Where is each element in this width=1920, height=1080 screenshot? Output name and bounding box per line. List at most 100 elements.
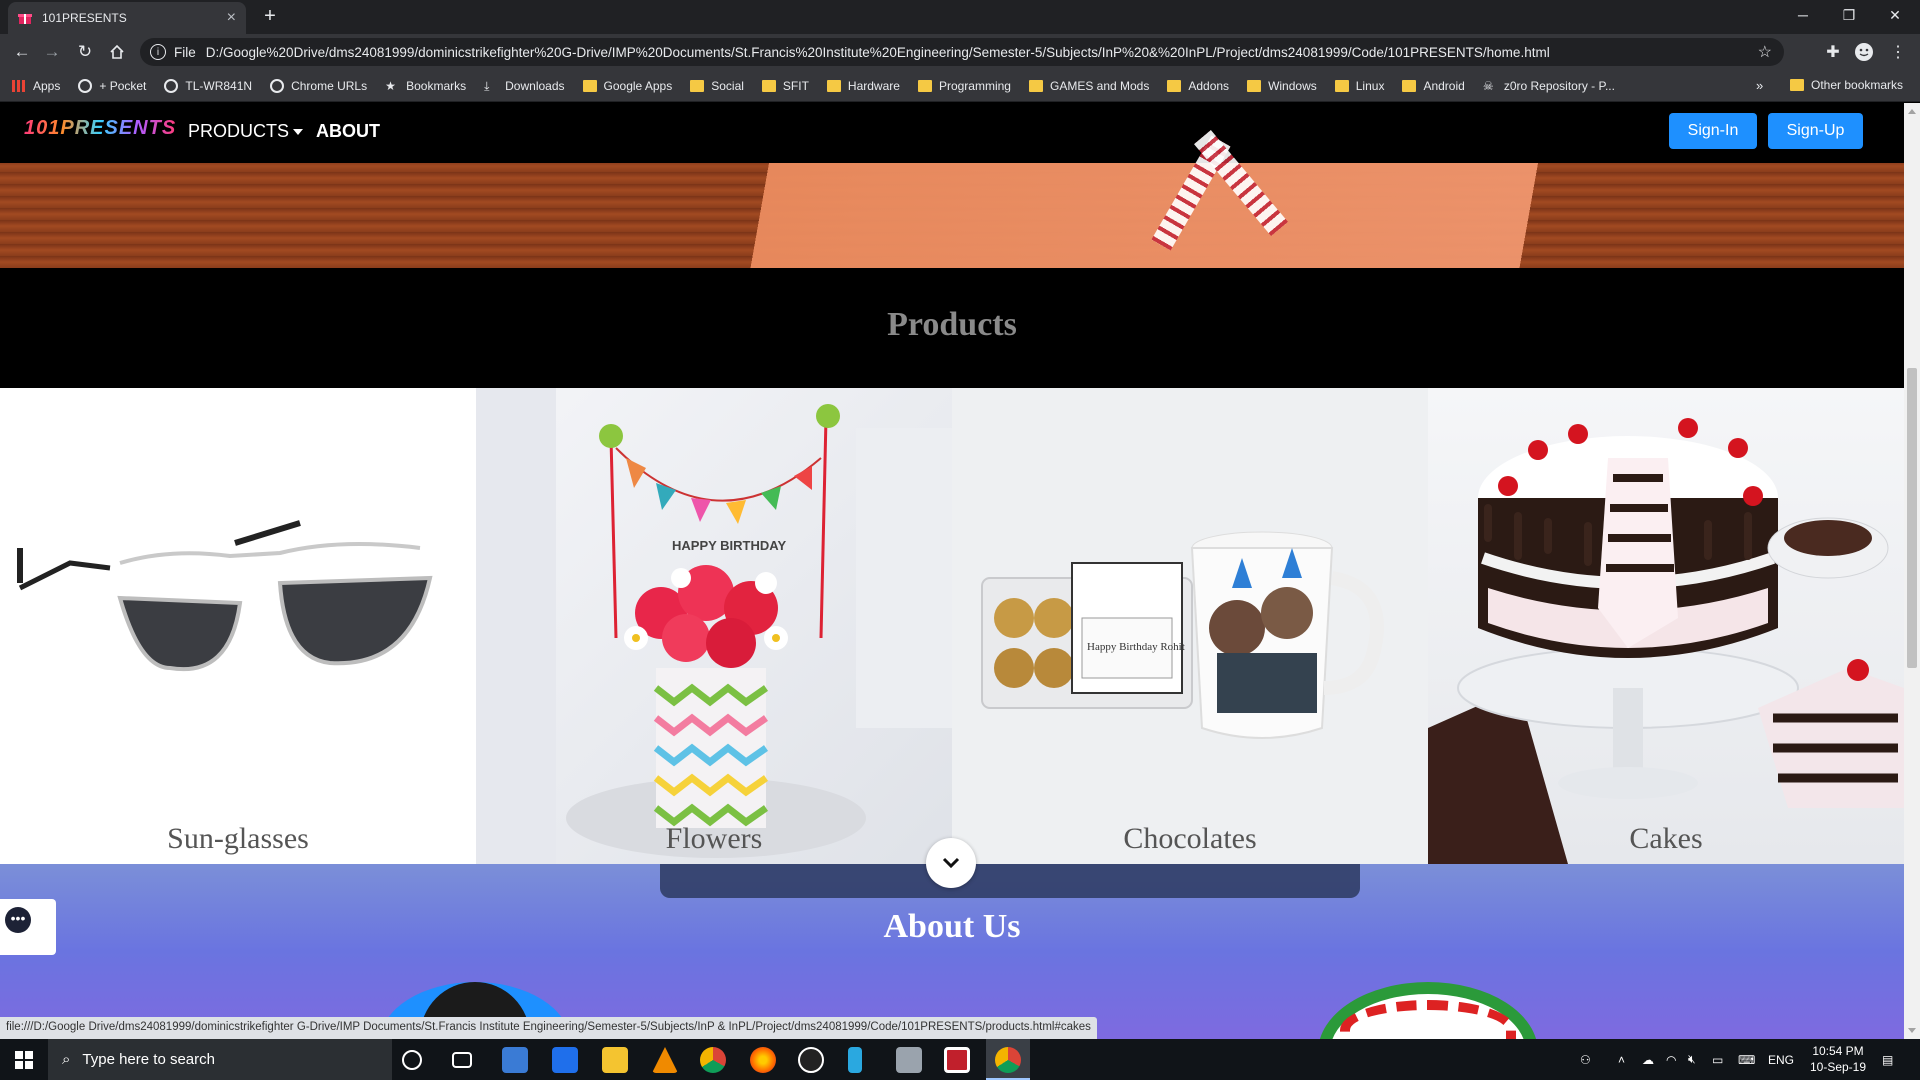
bookmark-item[interactable]: Linux — [1334, 78, 1385, 93]
address-bar[interactable]: i File D:/Google%20Drive/dms24081999/dom… — [140, 38, 1784, 66]
scrollbar-thumb[interactable] — [1907, 368, 1917, 668]
bookmark-item[interactable]: ⤓ Downloads — [484, 79, 564, 93]
products-title: Products — [887, 306, 1017, 343]
file-explorer-icon[interactable] — [602, 1047, 628, 1073]
bookmark-label: Downloads — [505, 78, 565, 93]
home-icon[interactable] — [105, 40, 129, 64]
tray-chevron-up-icon[interactable]: ˄ — [1618, 1039, 1625, 1080]
volume-muted-icon[interactable]: 🔇︎ — [1688, 1039, 1696, 1080]
bookmarks-overflow-button[interactable]: » — [1756, 78, 1763, 93]
chrome-icon[interactable] — [700, 1047, 726, 1073]
scroll-up-arrow-icon[interactable] — [1908, 109, 1916, 114]
page-scrollbar[interactable] — [1904, 103, 1920, 1039]
status-bar-url: file:///D:/Google Drive/dms24081999/domi… — [0, 1017, 1097, 1039]
extensions-icon[interactable]: ✚ — [1821, 40, 1845, 64]
nav-products[interactable]: PRODUCTS — [188, 121, 304, 142]
taskbar-search[interactable]: ⌕ Type here to search — [48, 1039, 392, 1080]
site-logo[interactable]: 101PRESENTS — [24, 117, 176, 140]
mug-note-text: Happy Birthday Rohit — [1087, 641, 1185, 653]
wifi-icon[interactable]: ◠ — [1666, 1039, 1676, 1080]
steam-icon[interactable] — [798, 1047, 824, 1073]
vlc-icon[interactable] — [652, 1047, 678, 1073]
chrome-active-icon — [995, 1047, 1021, 1073]
folder-icon — [1334, 79, 1349, 92]
product-grid: Sun-glasses HAPPY BIRTHDAY Flowers Happy… — [0, 388, 1904, 864]
app-icon-3[interactable] — [848, 1047, 862, 1073]
other-bookmarks[interactable]: Other bookmarks — [1790, 78, 1903, 92]
bookmark-item[interactable]: Android — [1402, 78, 1465, 93]
new-tab-button[interactable]: + — [258, 5, 282, 29]
back-icon[interactable]: ← — [10, 40, 34, 64]
laptop-backdrop — [660, 864, 1360, 898]
app-icon-4[interactable] — [896, 1047, 922, 1073]
bookmark-label: z0ro Repository - P... — [1503, 78, 1615, 93]
bookmark-item[interactable]: Programming — [917, 79, 1011, 93]
close-tab-icon[interactable]: × — [227, 9, 236, 27]
globe-icon — [78, 78, 93, 93]
about-title: About Us — [883, 908, 1021, 945]
windows-taskbar: ⌕ Type here to search ⚇ ˄ ☁ ◠ 🔇︎ ▭ ⌨ ENG… — [0, 1039, 1920, 1080]
bookmark-label: GAMES and Mods — [1049, 78, 1150, 93]
restore-button[interactable]: ❐ — [1826, 0, 1872, 30]
bookmark-item[interactable]: SFIT — [761, 79, 809, 93]
taskbar-clock[interactable]: 10:54 PM 10-Sep-19 — [1798, 1043, 1878, 1075]
bookmark-item[interactable]: Chrome URLs — [270, 78, 367, 93]
profile-avatar-icon[interactable] — [1852, 40, 1876, 64]
close-window-button[interactable]: ✕ — [1872, 0, 1918, 30]
app-icon-1[interactable] — [502, 1047, 528, 1073]
scroll-down-arrow-icon[interactable] — [1908, 1028, 1916, 1033]
app-icon-2[interactable] — [552, 1047, 578, 1073]
search-icon: ⌕ — [62, 1051, 71, 1068]
product-card-flowers[interactable]: HAPPY BIRTHDAY Flowers — [476, 388, 952, 864]
folder-icon — [826, 79, 841, 92]
bookmark-label: + Pocket — [99, 78, 147, 93]
battery-icon[interactable]: ▭ — [1712, 1039, 1723, 1080]
product-card-sunglasses[interactable]: Sun-glasses — [0, 388, 476, 864]
nav-about[interactable]: ABOUT — [316, 121, 380, 142]
site-navbar: 101PRESENTS PRODUCTS ABOUT Sign-In Sign-… — [0, 103, 1904, 163]
app-icon-5[interactable] — [944, 1047, 970, 1073]
product-card-chocolates[interactable]: Happy Birthday Rohit Chocolates — [952, 388, 1428, 864]
browser-tab[interactable]: 101PRESENTS × — [8, 2, 246, 34]
reload-icon[interactable]: ↻ — [73, 40, 97, 64]
firefox-icon[interactable] — [750, 1047, 776, 1073]
tab-strip: 101PRESENTS × + ─ ❐ ✕ — [0, 0, 1920, 34]
bookmark-label: Linux — [1355, 78, 1385, 93]
bookmark-label: Android — [1423, 78, 1465, 93]
bookmark-item[interactable]: Apps — [12, 79, 60, 93]
bookmark-star-icon[interactable]: ☆ — [1758, 42, 1772, 62]
windows-logo-icon — [15, 1050, 33, 1069]
sign-in-button[interactable]: Sign-In — [1669, 113, 1757, 149]
start-button[interactable] — [0, 1039, 48, 1080]
keyboard-icon[interactable]: ⌨ — [1738, 1039, 1755, 1080]
bookmark-item[interactable]: Addons — [1167, 79, 1229, 93]
minimize-button[interactable]: ─ — [1780, 0, 1826, 30]
cloud-icon[interactable]: ☁ — [1642, 1039, 1654, 1080]
site-info-icon[interactable]: i — [150, 44, 166, 60]
sign-up-button[interactable]: Sign-Up — [1768, 113, 1863, 149]
cortana-icon[interactable] — [402, 1050, 422, 1070]
bookmark-item[interactable]: ★ Bookmarks — [385, 79, 466, 93]
people-icon[interactable]: ⚇ — [1580, 1039, 1591, 1080]
bookmark-item[interactable]: + Pocket — [78, 78, 147, 93]
scroll-down-button[interactable] — [926, 838, 976, 888]
bookmark-item[interactable]: ☠ z0ro Repository - P... — [1483, 79, 1615, 93]
clock-time: 10:54 PM — [1812, 1044, 1864, 1058]
nav-products-label: PRODUCTS — [188, 121, 290, 141]
product-card-cakes[interactable]: Cakes — [1428, 388, 1904, 864]
action-center-icon[interactable]: ▤ — [1882, 1039, 1893, 1080]
products-header: Products — [0, 268, 1904, 388]
bookmark-item[interactable]: Hardware — [826, 79, 900, 93]
task-view-icon[interactable] — [452, 1052, 472, 1068]
bookmark-item[interactable]: GAMES and Mods — [1028, 78, 1150, 93]
menu-kebab-icon[interactable]: ⋮ — [1886, 40, 1910, 64]
active-chrome-taskbar[interactable] — [986, 1039, 1030, 1080]
bookmark-item[interactable]: Windows — [1247, 79, 1317, 93]
bookmark-item[interactable]: Social — [690, 79, 744, 93]
forward-icon[interactable]: → — [40, 40, 64, 64]
language-indicator[interactable]: ENG — [1768, 1039, 1794, 1080]
bookmark-item[interactable]: TL-WR841N — [164, 78, 252, 93]
chat-widget[interactable]: ••• — [0, 899, 56, 955]
product-label-sunglasses: Sun-glasses — [167, 822, 309, 855]
bookmark-item[interactable]: Google Apps — [582, 79, 672, 93]
